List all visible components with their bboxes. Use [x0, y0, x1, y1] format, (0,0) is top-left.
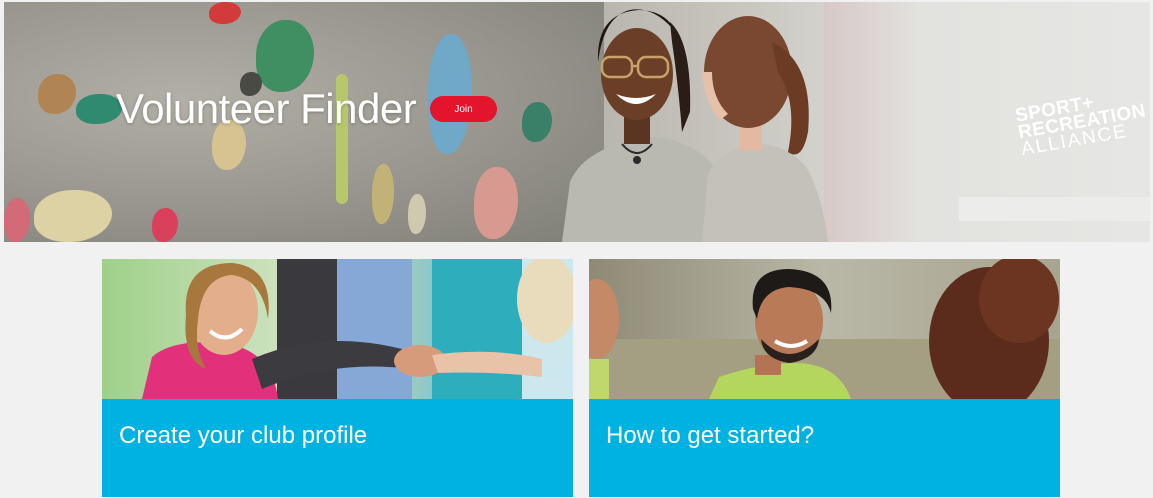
hero-banner: Volunteer Finder Join SPORT+ RECREATION …: [4, 2, 1150, 242]
create-club-profile-card[interactable]: Create your club profile: [102, 259, 573, 497]
page-title: Volunteer Finder: [116, 85, 417, 132]
card-photo-handshake: [102, 259, 573, 399]
card-photo-volunteers: [589, 259, 1060, 399]
how-to-get-started-card[interactable]: How to get started?: [589, 259, 1060, 497]
hero-people-image: [562, 9, 828, 242]
page: Volunteer Finder Join SPORT+ RECREATION …: [4, 2, 1150, 497]
card-title: How to get started?: [606, 422, 815, 449]
handshake-image: [102, 259, 573, 399]
join-button[interactable]: Join: [430, 96, 497, 122]
card-title: Create your club profile: [119, 422, 368, 449]
volunteers-image: [589, 259, 1060, 399]
background-shelf: [959, 197, 1150, 221]
